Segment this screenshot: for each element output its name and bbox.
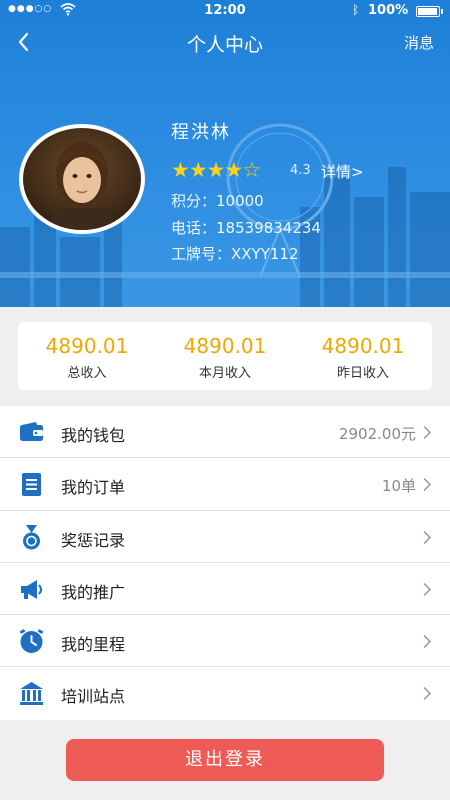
menu-item-mileage[interactable]: 我的里程 [0,615,450,668]
chevron-right-icon [423,687,432,701]
page-title: 个人中心 [186,34,263,56]
income-summary-card: 4890.01 总收入 4890.01 本月收入 4890.01 昨日收入 [18,322,432,390]
rating-row: ★★★★☆ 4.3 详情> [171,158,431,182]
star-empty-icon: ☆ [242,158,261,182]
battery-percent: 100% [368,3,409,18]
logout-button[interactable]: 退出登录 [66,739,384,781]
wallet-icon [20,422,43,441]
menu-item-wallet[interactable]: 我的钱包 2902.00元 [0,406,450,459]
stat-value: 4890.01 [321,334,405,358]
medal-icon [23,524,40,550]
stat-value: 4890.01 [45,334,129,358]
wallet-balance: 2902.00元 [338,425,416,443]
menu-label: 我的里程 [61,635,126,655]
order-list-icon [22,473,41,497]
menu-list: 我的钱包 2902.00元 我的订单 10单 奖惩记录 我的推广 我的里程 培训… [0,406,450,720]
star-rating: ★★★★☆ [171,158,261,182]
phone-info: 电话：18539834234 [171,219,321,237]
rating-value: 4.3 [290,163,311,178]
points-info: 积分：10000 [171,192,264,210]
rating-detail-link[interactable]: 详情> [321,161,364,182]
avatar-photo [23,128,141,230]
user-name: 程洪林 [171,122,231,143]
menu-item-promotion[interactable]: 我的推广 [0,563,450,616]
stat-total-income[interactable]: 4890.01 总收入 [18,322,156,390]
profile-info: 程洪林 ★★★★☆ 4.3 详情> 积分：10000 电话：1853983423… [171,118,364,263]
stat-label: 昨日收入 [336,366,389,381]
menu-label: 奖惩记录 [61,530,126,550]
menu-item-training-stations[interactable]: 培训站点 [0,667,450,719]
menu-label: 我的订单 [61,478,126,498]
navigation-bar: 个人中心 消息 [0,22,450,62]
chevron-right-icon [423,635,432,649]
star-filled-icon: ★ [224,158,243,182]
chevron-right-icon [423,582,432,596]
order-count: 10单 [381,477,416,496]
chevron-right-icon [423,478,432,492]
stat-label: 本月收入 [198,366,251,381]
badge-number-info: 工牌号：XXYY112 [171,245,299,263]
messages-button[interactable]: 消息 [404,32,434,53]
avatar[interactable] [19,124,145,234]
star-filled-icon: ★ [171,158,190,182]
status-bar: ●●●○○ 12:00 ᛒ 100% [0,0,450,22]
stat-month-income[interactable]: 4890.01 本月收入 [156,322,294,390]
menu-item-rewards[interactable]: 奖惩记录 [0,511,450,563]
menu-label: 培训站点 [61,687,126,707]
battery-icon [416,6,440,17]
bluetooth-icon: ᛒ [352,3,360,17]
menu-label: 我的推广 [61,582,126,602]
menu-label: 我的钱包 [61,426,126,445]
menu-item-orders[interactable]: 我的订单 10单 [0,458,450,511]
clock-icon [19,629,44,654]
chevron-right-icon [423,425,432,440]
building-icon [20,682,43,706]
stat-label: 总收入 [67,366,107,381]
stat-value: 4890.01 [183,334,267,358]
star-filled-icon: ★ [206,158,226,182]
chevron-right-icon [423,530,432,544]
megaphone-icon [21,579,42,599]
stat-yesterday-income[interactable]: 4890.01 昨日收入 [294,322,432,390]
battery-tip [441,9,443,14]
star-filled-icon: ★ [188,158,208,182]
